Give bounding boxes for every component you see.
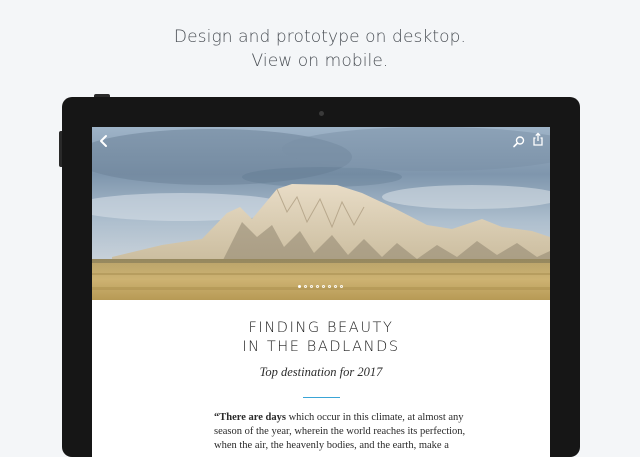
carousel-dot[interactable] [340,285,343,288]
article-body: “There are days which occur in this clim… [214,411,466,453]
article-body-lead: “There are days [214,412,286,423]
hero-image[interactable] [92,127,550,300]
tagline-line-1: Design and prototype on desktop. [173,27,467,47]
carousel-dot[interactable] [328,285,331,288]
carousel-dot[interactable] [322,285,325,288]
carousel-dot[interactable] [316,285,319,288]
carousel-dot[interactable] [304,285,307,288]
article-title-line-1: FINDING BEAUTY [248,320,394,336]
carousel-dot[interactable] [310,285,313,288]
chevron-left-icon[interactable] [97,134,111,148]
article-title-line-2: IN THE BADLANDS [242,339,400,355]
carousel-page-indicator[interactable] [298,285,343,288]
badlands-landscape-image [92,127,550,300]
search-icon[interactable] [512,135,526,149]
carousel-dot[interactable] [298,285,301,288]
tablet-device: FINDING BEAUTY IN THE BADLANDS Top desti… [59,94,580,457]
tablet-volume-button [59,131,62,167]
accent-divider [303,397,340,398]
article-subtitle: Top destination for 2017 [259,365,383,379]
share-icon[interactable] [531,132,545,146]
article-body-line: “There are days which occur in this clim… [214,411,464,425]
app-screen: FINDING BEAUTY IN THE BADLANDS Top desti… [92,127,550,457]
tagline-line-2: View on mobile. [251,51,389,71]
article-body-line-1: which occur in this climate, at almost a… [285,412,464,423]
tablet-power-button [94,94,110,97]
carousel-dot[interactable] [334,285,337,288]
front-camera [319,111,324,116]
article-body-line-3: when the air, the heavenly bodies, and t… [214,440,449,451]
article-body-line-2: season of the year, wherein the world re… [214,426,466,437]
